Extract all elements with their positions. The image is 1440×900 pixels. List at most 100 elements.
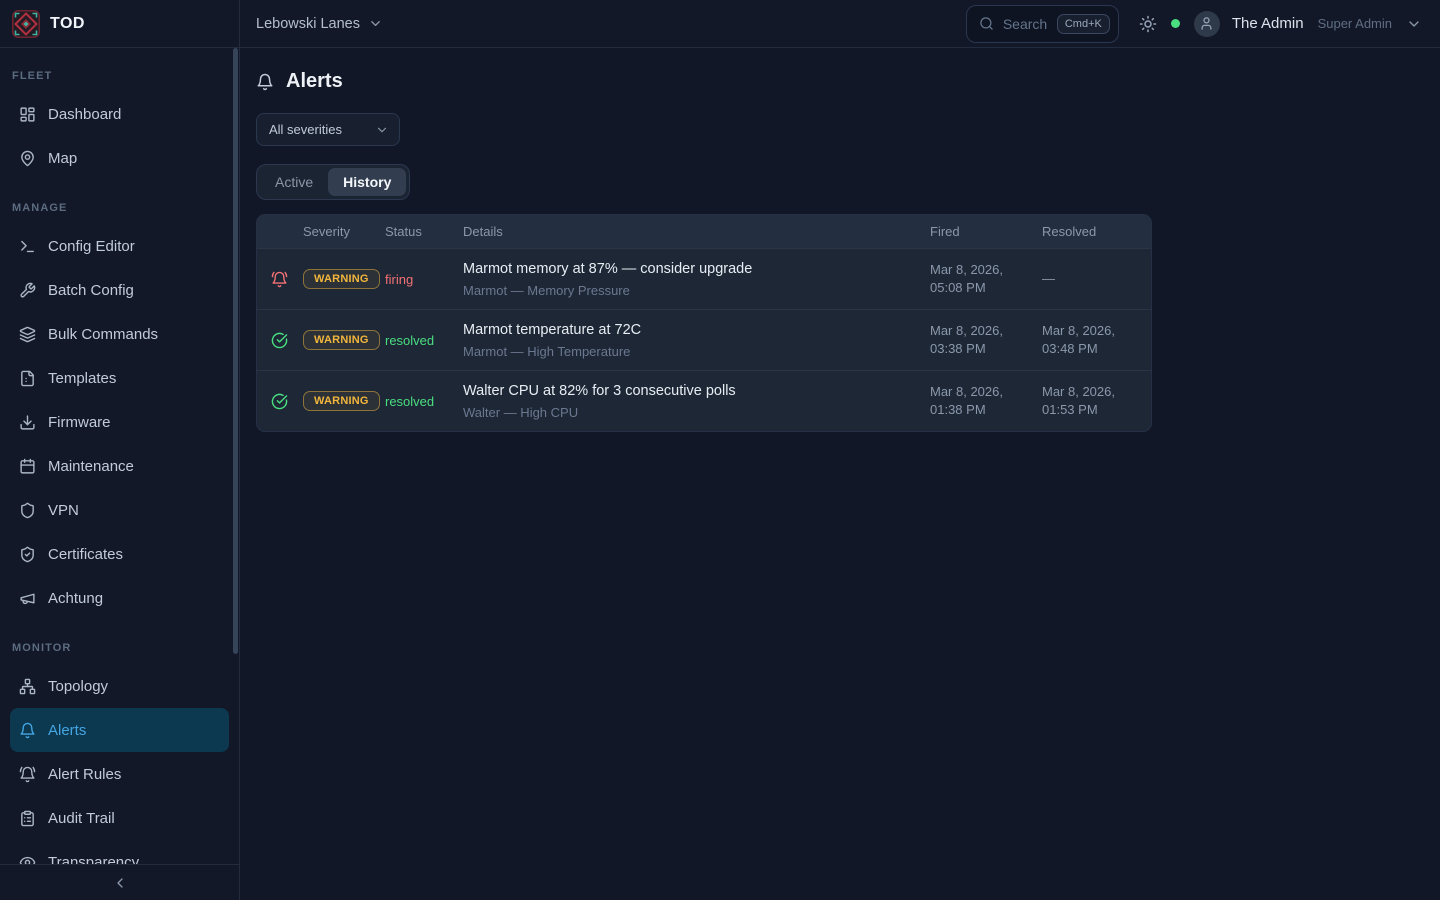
topbar: TOD Lebowski Lanes Search... Cmd+K The A… (0, 0, 1440, 48)
alert-resolved-time: — (1042, 270, 1142, 288)
user-icon (1199, 16, 1214, 31)
sidebar-item-topology[interactable]: Topology (10, 664, 229, 708)
layers-icon (19, 326, 36, 343)
alert-fired-time: Mar 8, 2026, 01:38 PM (930, 383, 1042, 418)
clipboard-list-icon (19, 810, 36, 827)
sidebar-item-map[interactable]: Map (10, 136, 229, 180)
alert-status: resolved (385, 333, 463, 348)
sidebar-collapse-button[interactable] (0, 864, 239, 900)
eye-icon (19, 854, 36, 865)
severity-badge: WARNING (303, 330, 380, 350)
bell-icon (256, 73, 274, 91)
theme-toggle-button[interactable] (1139, 15, 1157, 33)
search-placeholder: Search... (1003, 16, 1048, 32)
sidebar-item-transparency[interactable]: Transparency (10, 840, 229, 864)
wrench-icon (19, 282, 36, 299)
sidebar-item-label: Topology (48, 678, 108, 695)
sidebar-scrollbar[interactable] (233, 48, 238, 654)
alert-fired-time: Mar 8, 2026, 05:08 PM (930, 261, 1042, 296)
brand: TOD (0, 0, 240, 47)
map-pin-icon (19, 150, 36, 167)
sidebar-item-label: Config Editor (48, 238, 135, 255)
sidebar-item-label: Bulk Commands (48, 326, 158, 343)
alert-subtitle: Walter — High CPU (463, 405, 930, 420)
chevron-down-icon (375, 123, 389, 137)
chevron-left-icon (112, 875, 128, 891)
sidebar-item-label: Transparency (48, 854, 139, 865)
alert-subtitle: Marmot — High Temperature (463, 344, 930, 359)
org-selector-label: Lebowski Lanes (256, 16, 360, 32)
bell-ring-icon (19, 766, 36, 783)
severity-filter-select[interactable]: All severities (256, 113, 400, 146)
sidebar-section-label: FLEET (0, 62, 239, 92)
alert-resolved-time: Mar 8, 2026, 01:53 PM (1042, 383, 1142, 418)
bell-ring-icon (271, 271, 288, 288)
sidebar-item-label: VPN (48, 502, 79, 519)
column-header-resolved: Resolved (1042, 224, 1142, 239)
chevron-down-icon (368, 16, 383, 31)
severity-badge: WARNING (303, 269, 380, 289)
sidebar-item-label: Alerts (48, 722, 86, 739)
sidebar-section-label: MANAGE (0, 194, 239, 224)
user-menu-chevron-down-icon[interactable] (1406, 16, 1422, 32)
alert-title: Marmot memory at 87% — consider upgrade (463, 261, 930, 277)
dashboard-icon (19, 106, 36, 123)
circle-check-icon (271, 393, 288, 410)
user-name: The Admin (1232, 15, 1304, 32)
sidebar-item-vpn[interactable]: VPN (10, 488, 229, 532)
sidebar-item-bulk-commands[interactable]: Bulk Commands (10, 312, 229, 356)
page-header: Alerts (256, 70, 1424, 93)
search-shortcut-badge: Cmd+K (1057, 14, 1110, 34)
severity-filter-value: All severities (269, 122, 342, 137)
alert-row[interactable]: WARNING resolved Marmot temperature at 7… (257, 309, 1151, 370)
alert-status: firing (385, 272, 463, 287)
main-content: Alerts All severities ActiveHistory Seve… (240, 48, 1440, 900)
sidebar-section: MONITOR Topology Alerts Alert Rules Audi… (0, 634, 239, 864)
alert-fired-time: Mar 8, 2026, 03:38 PM (930, 322, 1042, 357)
avatar[interactable] (1194, 11, 1220, 37)
alert-row[interactable]: WARNING firing Marmot memory at 87% — co… (257, 248, 1151, 309)
alert-status: resolved (385, 394, 463, 409)
sidebar-section-label: MONITOR (0, 634, 239, 664)
column-header-status: Status (385, 224, 463, 239)
circle-check-icon (271, 332, 288, 349)
calendar-icon (19, 458, 36, 475)
alert-row[interactable]: WARNING resolved Walter CPU at 82% for 3… (257, 370, 1151, 431)
tab-active[interactable]: Active (260, 168, 328, 196)
sidebar-item-maintenance[interactable]: Maintenance (10, 444, 229, 488)
network-icon (19, 678, 36, 695)
sidebar-section: MANAGE Config Editor Batch Config Bulk C… (0, 194, 239, 620)
download-icon (19, 414, 36, 431)
sidebar-item-config-editor[interactable]: Config Editor (10, 224, 229, 268)
app-title: TOD (50, 15, 85, 33)
shield-icon (19, 502, 36, 519)
search-input[interactable]: Search... Cmd+K (966, 5, 1119, 43)
search-icon (979, 16, 994, 31)
sidebar-item-dashboard[interactable]: Dashboard (10, 92, 229, 136)
sidebar-item-achtung[interactable]: Achtung (10, 576, 229, 620)
sidebar-item-templates[interactable]: Templates (10, 356, 229, 400)
sidebar-item-batch-config[interactable]: Batch Config (10, 268, 229, 312)
megaphone-icon (19, 590, 36, 607)
sidebar-item-label: Alert Rules (48, 766, 121, 783)
sidebar-section: FLEET Dashboard Map (0, 62, 239, 180)
sidebar-item-alerts[interactable]: Alerts (10, 708, 229, 752)
org-selector[interactable]: Lebowski Lanes (256, 16, 383, 32)
sidebar-item-label: Maintenance (48, 458, 134, 475)
sidebar-item-label: Templates (48, 370, 116, 387)
sidebar-nav: FLEET Dashboard Map MANAGE Config Editor… (0, 48, 239, 864)
user-role-badge: Super Admin (1318, 16, 1392, 31)
sidebar-item-label: Achtung (48, 590, 103, 607)
sidebar-item-certificates[interactable]: Certificates (10, 532, 229, 576)
alerts-table-header: SeverityStatusDetailsFiredResolved (257, 215, 1151, 248)
sidebar-item-alert-rules[interactable]: Alert Rules (10, 752, 229, 796)
sidebar-item-label: Batch Config (48, 282, 134, 299)
sidebar-item-firmware[interactable]: Firmware (10, 400, 229, 444)
sidebar-item-label: Certificates (48, 546, 123, 563)
alert-subtitle: Marmot — Memory Pressure (463, 283, 930, 298)
sidebar-item-audit-trail[interactable]: Audit Trail (10, 796, 229, 840)
tab-history[interactable]: History (328, 168, 406, 196)
alert-resolved-time: Mar 8, 2026, 03:48 PM (1042, 322, 1142, 357)
alert-title: Marmot temperature at 72C (463, 322, 930, 338)
app-logo-icon (12, 10, 40, 38)
